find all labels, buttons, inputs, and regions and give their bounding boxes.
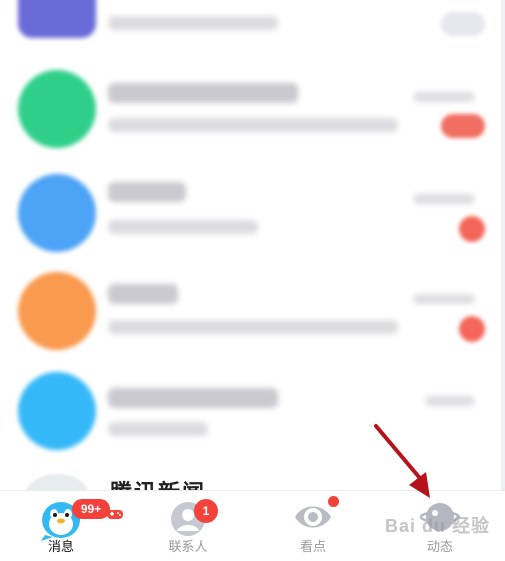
tab-contacts[interactable]: 1 联系人 <box>150 491 226 561</box>
conversation-name-placeholder <box>108 182 186 202</box>
conversation-name-placeholder <box>108 284 178 304</box>
conversation-avatar <box>18 174 96 252</box>
conversation-preview-placeholder <box>108 118 398 132</box>
conversation-avatar <box>18 272 96 350</box>
conversation-name: 腾讯新闻 <box>110 475 206 490</box>
conversation-time-placeholder <box>413 294 475 304</box>
conversation-row[interactable]: 腾讯新闻 <box>0 470 505 490</box>
conversation-row[interactable] <box>0 360 505 460</box>
conversation-time-placeholder <box>425 396 475 406</box>
contacts-unread-badge: 1 <box>194 499 218 523</box>
scroll-edge <box>501 0 505 560</box>
tab-kandian[interactable]: 看点 <box>280 491 346 561</box>
game-controller-icon <box>107 510 123 519</box>
conversation-preview-placeholder <box>108 422 208 436</box>
tab-messages[interactable]: 99+ 消息 <box>20 491 123 561</box>
conversation-preview-placeholder <box>108 16 278 30</box>
conversation-list[interactable]: 腾讯新闻 <box>0 0 505 490</box>
unread-dot <box>459 316 485 342</box>
conversation-preview-placeholder <box>108 320 398 334</box>
conversation-avatar <box>18 0 96 38</box>
conversation-row[interactable] <box>0 58 505 158</box>
unread-dot <box>459 216 485 242</box>
conversation-time-placeholder <box>413 92 475 102</box>
tab-dynamic-label: 动态 <box>426 540 453 555</box>
conversation-status-pill <box>441 12 485 36</box>
conversation-name-placeholder <box>108 83 298 103</box>
conversation-avatar <box>18 70 96 148</box>
messages-unread-badge: 99+ <box>72 499 110 519</box>
conversation-name-placeholder <box>108 388 278 408</box>
unread-count-badge <box>441 114 485 138</box>
conversation-row[interactable] <box>0 160 505 260</box>
conversation-avatar <box>26 474 88 490</box>
baidu-jingyan-watermark: Bai du 经验 <box>385 516 491 536</box>
conversation-row[interactable] <box>0 0 505 50</box>
kandian-new-dot <box>328 496 339 507</box>
conversation-avatar <box>18 372 96 450</box>
eye-icon <box>295 506 331 528</box>
conversation-time-placeholder <box>413 194 475 204</box>
conversation-preview-placeholder <box>108 220 258 234</box>
tab-kandian-label: 看点 <box>299 540 326 555</box>
tab-contacts-label: 联系人 <box>168 540 208 555</box>
conversation-row[interactable] <box>0 260 505 360</box>
tab-messages-label: 消息 <box>47 540 74 555</box>
